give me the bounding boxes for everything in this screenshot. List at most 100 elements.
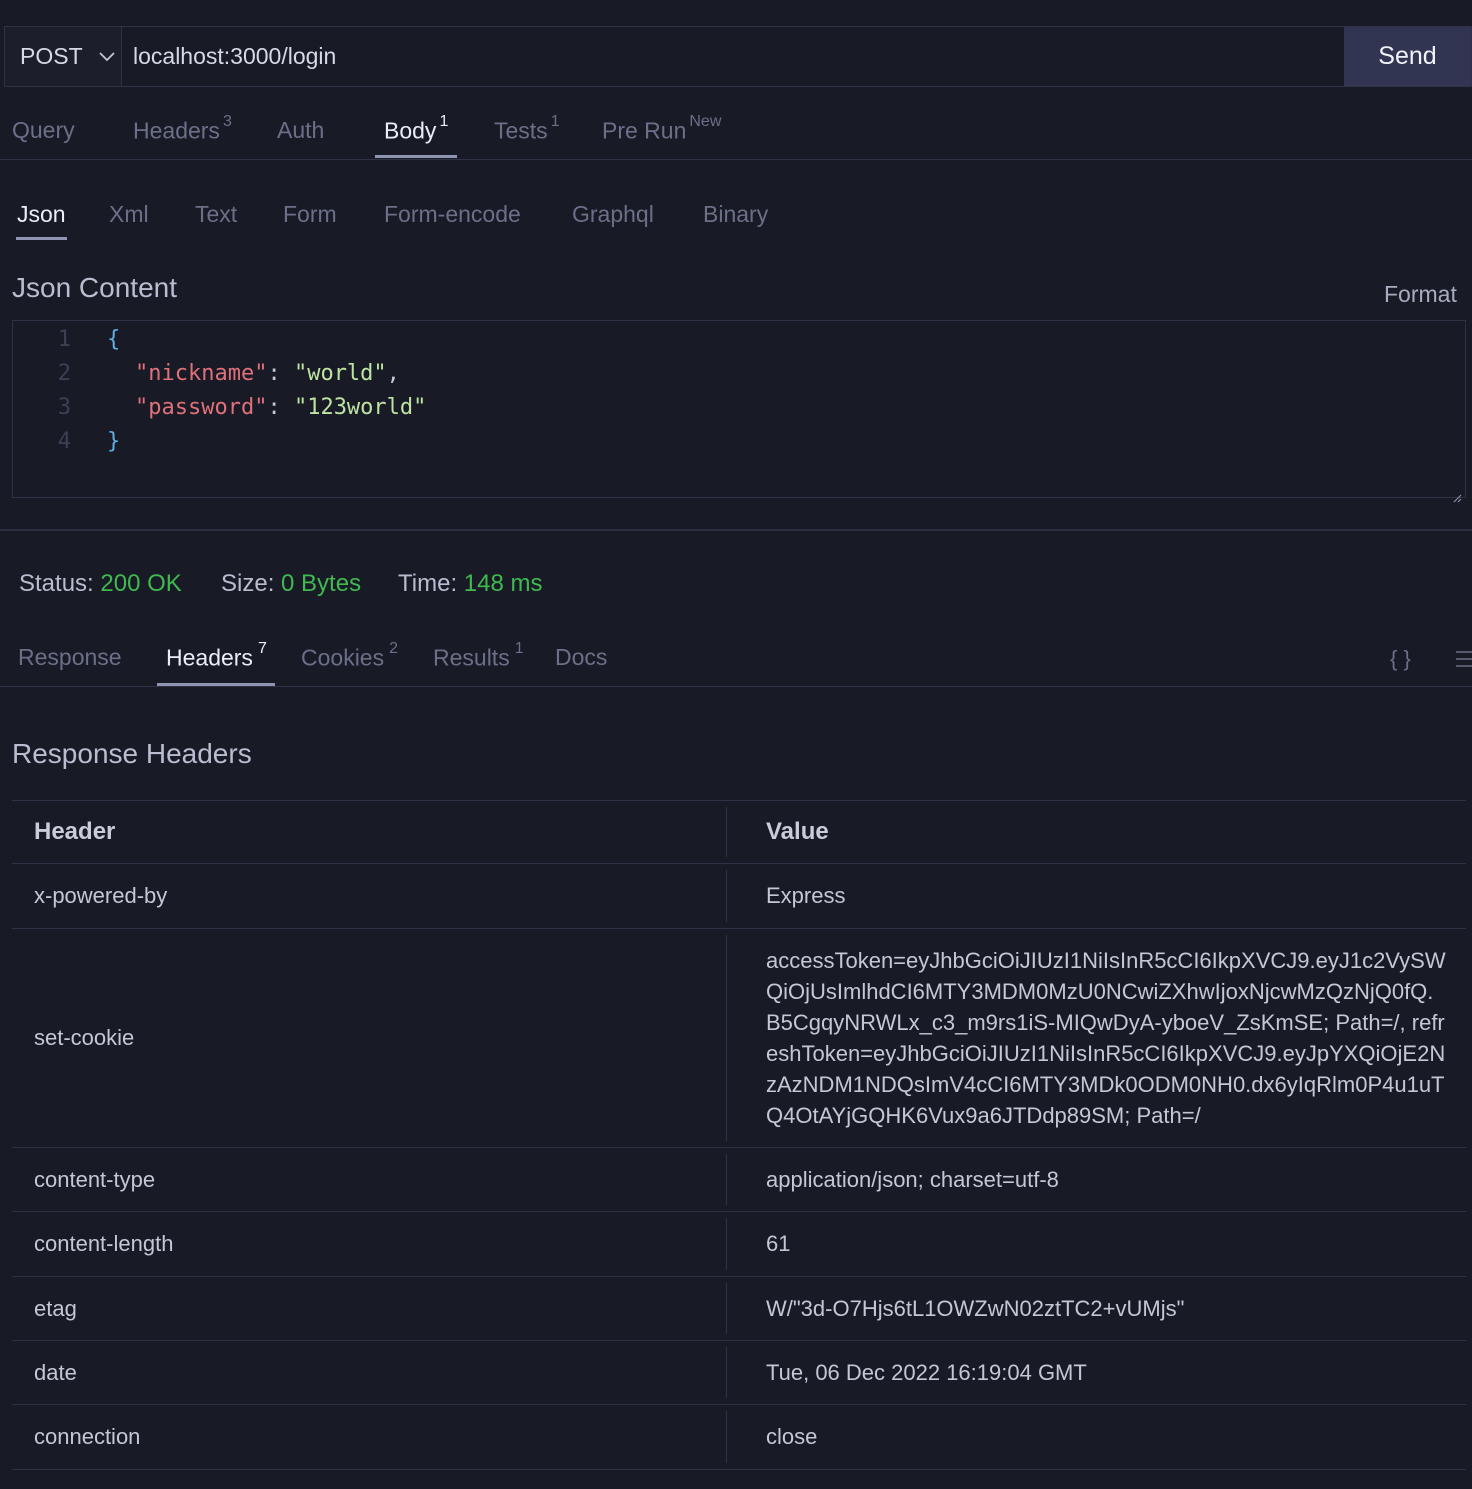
tab-badge: 2 — [389, 640, 399, 657]
subtab-form[interactable]: Form — [283, 201, 337, 228]
request-tabs: Query Headers 3 Auth Body 1 Tests 1 Pre Run… — [0, 100, 1472, 160]
tab-badge: 1 — [439, 113, 449, 130]
tab-body[interactable]: Body 1 — [374, 113, 458, 158]
subtab-xml[interactable]: Xml — [109, 201, 149, 228]
tab-cookies[interactable]: Cookies 2 — [301, 640, 398, 672]
line-number: 1 — [57, 327, 71, 352]
subtab-form-encode[interactable]: Form-encode — [384, 201, 521, 228]
tab-auth[interactable]: Auth — [277, 117, 324, 144]
tab-label: Response — [18, 644, 122, 670]
header-value: Tue, 06 Dec 2022 16:19:04 GMT — [726, 1340, 1466, 1405]
header-name: content-type — [12, 1147, 726, 1212]
line-number: 3 — [57, 395, 71, 420]
tab-badge: New — [689, 113, 722, 130]
json-editor[interactable]: 1 2 3 4 { "nickname": "world", "password… — [12, 320, 1466, 503]
header-name: x-powered-by — [12, 863, 726, 929]
tab-badge: 1 — [514, 640, 524, 657]
tab-pre-run[interactable]: Pre Run New — [602, 113, 721, 145]
header-value-cell: accessToken=eyJhbGciOiJIUzI1NiIsInR5cCI6… — [726, 928, 1466, 1148]
tab-label: Body — [384, 117, 437, 144]
subtab-json[interactable]: Json — [16, 201, 67, 240]
header-name: etag — [12, 1276, 726, 1341]
tab-label: Tests — [494, 117, 548, 144]
json-line: "password": "123world" — [135, 395, 426, 420]
json-comma: , — [386, 361, 400, 386]
header-value: accessToken=eyJhbGciOiJIUzI1NiIsInR5cCI6… — [766, 948, 1446, 1128]
response-headers-title: Response Headers — [12, 738, 252, 769]
line-number: 4 — [57, 429, 71, 454]
json-colon: : — [267, 361, 294, 386]
tab-headers[interactable]: Headers 3 — [133, 113, 232, 145]
json-value: "123world" — [293, 395, 427, 420]
table-row: connection close — [12, 1404, 1466, 1470]
method-label: POST — [20, 43, 83, 69]
header-name: content-length — [12, 1211, 726, 1277]
tab-label: Auth — [277, 117, 325, 143]
method-select[interactable]: POST — [5, 27, 122, 86]
json-value: "world" — [293, 361, 387, 386]
tab-results[interactable]: Results 1 — [433, 640, 524, 672]
tab-label: Results — [433, 644, 510, 671]
column-header: Value — [726, 800, 1466, 864]
table-row: x-powered-by Express — [12, 863, 1466, 929]
status-info: Status: 200 OK — [19, 570, 182, 598]
url-input[interactable]: localhost:3000/login — [122, 27, 1344, 86]
header-value: application/json; charset=utf-8 — [726, 1147, 1466, 1212]
header-value: 61 — [726, 1211, 1466, 1277]
json-key: "password" — [135, 395, 268, 420]
header-value: close — [726, 1404, 1466, 1470]
header-name: date — [12, 1340, 726, 1405]
tab-docs[interactable]: Docs — [555, 644, 607, 671]
tab-tests[interactable]: Tests 1 — [494, 113, 560, 145]
tab-response-headers[interactable]: Headers 7 — [157, 640, 275, 686]
status-label: Status: — [19, 570, 94, 597]
size-value: 0 Bytes — [281, 570, 362, 597]
subtab-text[interactable]: Text — [195, 201, 237, 228]
tab-query[interactable]: Query — [12, 117, 75, 144]
size-info: Size: 0 Bytes — [221, 570, 361, 598]
resize-handle-icon[interactable] — [1452, 484, 1462, 503]
header-value: W/"3d-O7Hjs6tL1OWZwN02ztTC2+vUMjs" — [726, 1276, 1466, 1341]
table-header-row: Header Value — [12, 800, 1466, 864]
tab-label: Headers — [133, 117, 220, 144]
header-name: set-cookie — [12, 928, 726, 1148]
table-row: etag W/"3d-O7Hjs6tL1OWZwN02ztTC2+vUMjs" — [12, 1276, 1466, 1341]
time-label: Time: — [398, 570, 458, 597]
json-colon: : — [267, 395, 294, 420]
tab-label: Docs — [555, 644, 608, 670]
request-bar: POST localhost:3000/login Send — [4, 26, 1472, 87]
json-open-brace: { — [107, 327, 121, 352]
header-name: connection — [12, 1404, 726, 1470]
header-value: Express — [726, 863, 1466, 929]
json-key: "nickname" — [135, 361, 268, 386]
response-tabs: Response Headers 7 Cookies 2 Results 1 Docs… — [0, 630, 1472, 687]
tab-label: Headers — [166, 644, 253, 671]
tab-badge: 3 — [222, 113, 232, 130]
tab-response[interactable]: Response — [18, 644, 122, 671]
menu-icon[interactable] — [1456, 650, 1472, 673]
tab-badge: 7 — [257, 640, 267, 657]
size-label: Size: — [221, 570, 275, 597]
tab-label: Pre Run — [602, 117, 687, 144]
braces-icon[interactable]: { } — [1390, 646, 1411, 672]
chevron-down-icon — [98, 49, 115, 65]
time-value: 148 ms — [463, 570, 543, 597]
send-button[interactable]: Send — [1344, 27, 1471, 86]
table-row: set-cookie accessToken=eyJhbGciOiJIUzI1N… — [12, 928, 1466, 1148]
json-close-brace: } — [107, 429, 121, 454]
tab-badge: 1 — [550, 113, 560, 130]
subtab-graphql[interactable]: Graphql — [572, 201, 654, 228]
response-headers-table: Header Value x-powered-by Express set-co… — [12, 800, 1466, 1470]
pane-divider[interactable] — [0, 529, 1472, 531]
status-value: 200 OK — [100, 570, 182, 597]
json-line: "nickname": "world", — [135, 361, 400, 386]
time-info: Time: 148 ms — [398, 570, 542, 598]
table-row: content-length 61 — [12, 1211, 1466, 1277]
table-row: date Tue, 06 Dec 2022 16:19:04 GMT — [12, 1340, 1466, 1405]
tab-label: Cookies — [301, 644, 385, 671]
column-header: Header — [12, 800, 726, 864]
format-button[interactable]: Format — [1384, 281, 1457, 308]
subtab-binary[interactable]: Binary — [703, 201, 768, 228]
table-row: content-type application/json; charset=u… — [12, 1147, 1466, 1212]
tab-label: Query — [12, 117, 75, 143]
